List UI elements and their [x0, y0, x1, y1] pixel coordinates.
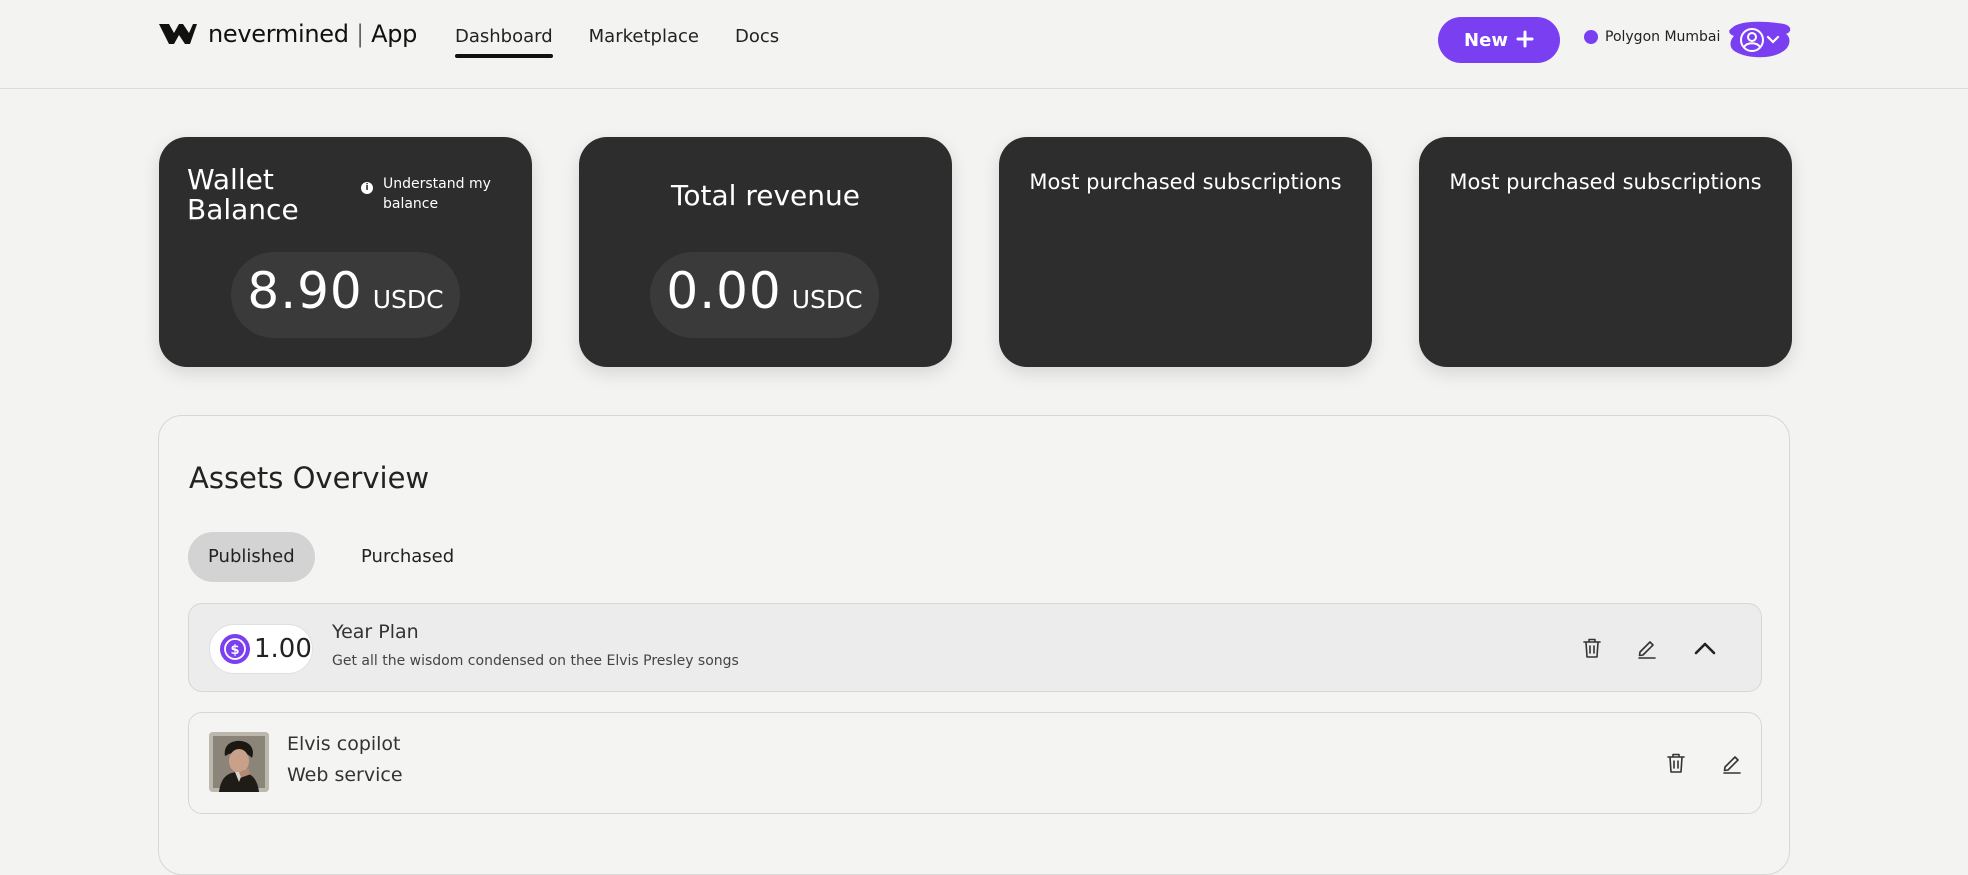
wallet-balance-card: Wallet Balance i Understand my balance 8…	[159, 137, 532, 367]
account-menu-button[interactable]	[1726, 18, 1794, 62]
brand-suffix: App	[371, 20, 418, 48]
network-indicator[interactable]: Polygon Mumbai	[1584, 29, 1720, 45]
edit-button[interactable]	[1718, 749, 1746, 777]
asset-description: Get all the wisdom condensed on thee Elv…	[332, 653, 739, 669]
assets-overview-panel: Assets Overview Published Purchased $ 1.…	[158, 415, 1790, 875]
wallet-amount: 8.90	[247, 262, 363, 320]
nav-docs[interactable]: Docs	[735, 26, 779, 47]
brand-divider: |	[356, 20, 372, 48]
most-purchased-title-1: Most purchased subscriptions	[1029, 170, 1342, 194]
total-revenue-title: Total revenue	[671, 179, 860, 212]
brand-name-text: nevermined	[208, 20, 349, 48]
pencil-icon	[1723, 756, 1741, 774]
price-value: 1.00	[254, 634, 312, 664]
nav-marketplace[interactable]: Marketplace	[589, 26, 699, 47]
price-badge: $ 1.00	[209, 624, 313, 674]
wallet-balance-value: 8.90 USDC	[231, 252, 460, 338]
most-purchased-title-2: Most purchased subscriptions	[1449, 170, 1762, 194]
asset-row-year-plan[interactable]: $ 1.00 Year Plan Get all the wisdom cond…	[188, 603, 1762, 692]
network-label: Polygon Mumbai	[1605, 29, 1721, 45]
tab-published[interactable]: Published	[188, 532, 315, 582]
chevron-up-icon	[1694, 642, 1716, 655]
collapse-button[interactable]	[1691, 634, 1719, 662]
top-header: nevermined | App Dashboard Marketplace D…	[0, 0, 1968, 89]
network-dot-icon	[1584, 30, 1598, 44]
edit-button[interactable]	[1633, 634, 1661, 662]
most-purchased-card-2: Most purchased subscriptions	[1419, 137, 1792, 367]
asset-description: Web service	[287, 764, 403, 786]
new-button[interactable]: New	[1438, 17, 1560, 63]
understand-balance-label: Understand my balance	[383, 176, 491, 212]
nevermined-logo-icon	[158, 21, 198, 47]
delete-button[interactable]	[1578, 634, 1606, 662]
pencil-icon	[1638, 641, 1656, 659]
revenue-amount: 0.00	[666, 262, 782, 320]
most-purchased-card-1: Most purchased subscriptions	[999, 137, 1372, 367]
understand-balance-link[interactable]: i Understand my balance	[361, 174, 493, 214]
brand-logo[interactable]: nevermined | App	[158, 20, 417, 48]
wallet-balance-title: Wallet Balance	[187, 163, 299, 226]
tab-purchased[interactable]: Purchased	[341, 532, 474, 582]
total-revenue-value: 0.00 USDC	[650, 252, 879, 338]
svg-text:$: $	[230, 643, 239, 658]
new-button-label: New	[1464, 29, 1508, 51]
delete-button[interactable]	[1662, 749, 1690, 777]
revenue-currency: USDC	[791, 285, 863, 314]
usdc-coin-icon: $	[220, 634, 250, 664]
asset-thumbnail	[209, 732, 269, 792]
nav-dashboard[interactable]: Dashboard	[455, 26, 553, 58]
asset-row-elvis-copilot[interactable]: Elvis copilot Web service	[188, 712, 1762, 814]
asset-title: Year Plan	[332, 621, 419, 643]
assets-overview-title: Assets Overview	[189, 461, 430, 495]
plus-icon	[1516, 30, 1534, 50]
asset-title: Elvis copilot	[287, 733, 401, 755]
wallet-currency: USDC	[372, 285, 444, 314]
trash-icon	[1583, 638, 1601, 658]
total-revenue-card: Total revenue 0.00 USDC	[579, 137, 952, 367]
trash-icon	[1667, 753, 1685, 773]
brand-name: nevermined | App	[208, 20, 417, 48]
main-nav: Dashboard Marketplace Docs	[455, 26, 815, 58]
info-icon: i	[361, 182, 373, 194]
